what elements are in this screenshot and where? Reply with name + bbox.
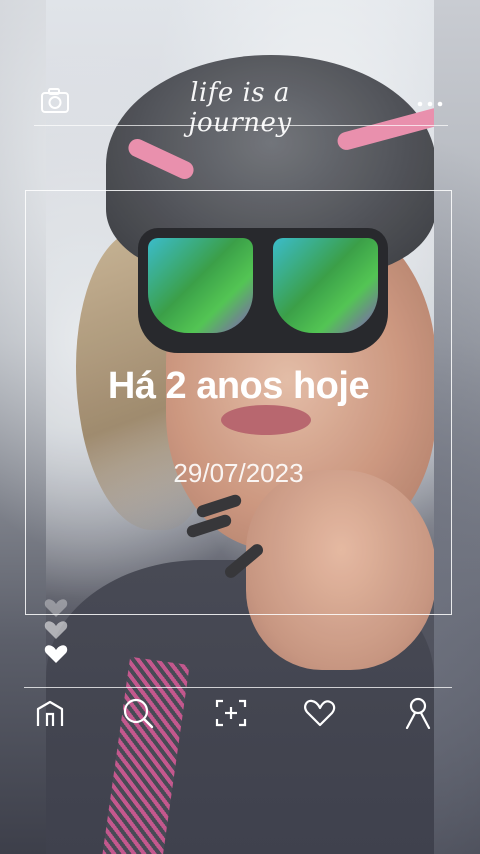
- heart-icon[interactable]: [44, 644, 68, 664]
- memory-date: 29/07/2023: [173, 458, 304, 488]
- home-icon: [35, 699, 65, 732]
- more-icon[interactable]: [416, 96, 444, 107]
- nav-profile[interactable]: [400, 697, 436, 733]
- camera-icon[interactable]: [40, 88, 70, 114]
- add-icon: [215, 698, 247, 733]
- profile-icon: [403, 697, 433, 734]
- nav-add[interactable]: [213, 697, 249, 733]
- memory-headline: Há 2 anos hoje: [107, 365, 370, 407]
- brand-title: life is a journey: [188, 78, 292, 138]
- nav-likes[interactable]: [302, 697, 338, 733]
- search-icon: [122, 697, 154, 734]
- nav-home[interactable]: [32, 697, 68, 733]
- header-divider: [34, 125, 448, 126]
- heart-icon: [303, 698, 337, 733]
- heart-icon: [44, 598, 68, 618]
- heart-icon: [44, 620, 68, 640]
- nav-search[interactable]: [120, 697, 156, 733]
- nav-divider: [24, 687, 452, 688]
